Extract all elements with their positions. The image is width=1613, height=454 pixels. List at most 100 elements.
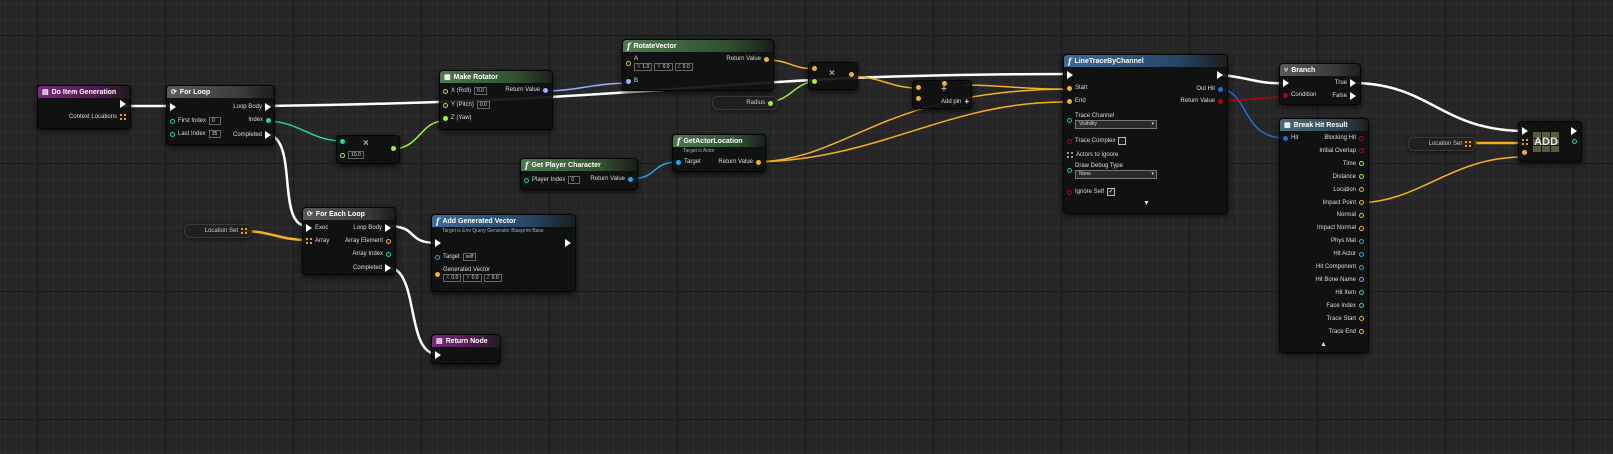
collapse-arrow-icon[interactable]: ▲	[1320, 341, 1327, 348]
location-out-pin[interactable]: Return Value	[718, 159, 761, 165]
hit-output-pin[interactable]: Trace Start	[1327, 316, 1364, 322]
hit-output-pin[interactable]: Location	[1333, 187, 1364, 193]
multiply-vector-a-pin[interactable]	[812, 66, 817, 71]
hit-pin[interactable]: Hit	[1283, 135, 1298, 141]
multiply-out-pin[interactable]	[391, 146, 396, 151]
x-field[interactable]: X 0.0	[443, 274, 462, 282]
exec-in-pin[interactable]	[435, 351, 441, 359]
multiply-vector-node[interactable]: ×	[808, 62, 858, 90]
exec-out-pin[interactable]	[565, 239, 571, 247]
hit-output-pin[interactable]: Hit Bone Name	[1315, 277, 1364, 283]
rotate-a-pin[interactable]: A X 1.0 Y 0.0 Z 0.0	[626, 56, 693, 71]
false-pin[interactable]: False	[1332, 92, 1356, 100]
for-each-loop-node[interactable]: ⟳ For Each Loop Exec Array Loop Body Arra…	[302, 207, 396, 275]
hit-output-pin[interactable]: Hit Item	[1335, 290, 1364, 296]
player-index-pin[interactable]: Player Index 0	[524, 176, 581, 184]
multiply-vector-b-pin[interactable]	[812, 79, 817, 84]
exec-in-pin[interactable]: Exec	[306, 224, 328, 232]
exec-in-pin[interactable]	[1067, 71, 1073, 79]
target-pin[interactable]: Target	[676, 159, 701, 165]
z-field[interactable]: Z 0.0	[674, 63, 693, 71]
get-actor-location-node[interactable]: f GetActorLocation Target is Actor Target…	[672, 134, 766, 172]
last-index-pin[interactable]: Last Index 35	[170, 130, 221, 138]
hit-output-pin[interactable]: Phys Mat	[1331, 238, 1364, 244]
out-hit-pin[interactable]: Out Hit	[1196, 86, 1223, 92]
hit-output-pin[interactable]: Hit Actor	[1333, 251, 1364, 257]
rotator-out-pin[interactable]: Return Value	[505, 87, 548, 93]
vector-input[interactable]: X 1.0 Y 0.0 Z 0.0	[634, 63, 693, 71]
last-index-field[interactable]: 35	[208, 130, 221, 138]
get-player-character-node[interactable]: f Get Player Character Player Index 0 Retu…	[520, 158, 638, 190]
multiply-vector-out-pin[interactable]	[849, 72, 854, 77]
add-b-pin[interactable]	[916, 96, 921, 101]
completed-pin[interactable]: Completed	[353, 264, 391, 272]
add-vector-node[interactable]: + Add pin +	[912, 80, 972, 109]
exec-out-pin[interactable]	[1571, 127, 1577, 135]
trace-complex-pin[interactable]: Trace Complex	[1067, 137, 1127, 145]
character-out-pin[interactable]: Return Value	[590, 176, 633, 182]
return-node[interactable]: ▤ Return Node	[431, 334, 501, 364]
location-set-variable[interactable]: Location Set	[184, 224, 252, 238]
make-rotator-node[interactable]: ▦ Make Rotator X (Roll) 0.0 Y (Pitch) 0.0 Z…	[439, 70, 553, 130]
branch-node[interactable]: ⑂ Branch Condition True False	[1279, 63, 1361, 105]
y-field[interactable]: Y 0.0	[654, 63, 673, 71]
rotate-out-pin[interactable]: Return Value	[726, 56, 769, 62]
target-field[interactable]: self	[462, 253, 477, 261]
completed-pin[interactable]: Completed	[233, 131, 271, 139]
draw-debug-dropdown[interactable]: None	[1075, 170, 1157, 179]
break-hit-result-node[interactable]: ▦ Break Hit Result Hit Blocking Hit Initia…	[1279, 118, 1369, 353]
trace-return-pin[interactable]: Return Value	[1180, 98, 1223, 104]
ignore-self-pin[interactable]: Ignore Self ✓	[1067, 188, 1116, 196]
hit-output-pin[interactable]: Impact Point	[1323, 200, 1364, 206]
end-pin[interactable]: End	[1067, 98, 1086, 104]
first-index-field[interactable]: 0	[209, 117, 222, 125]
exec-out-pin[interactable]	[120, 100, 126, 108]
y-field[interactable]: Y 0.0	[463, 274, 482, 282]
exec-in-pin[interactable]	[1522, 127, 1528, 135]
rotate-vector-node[interactable]: f RotateVector A X 1.0 Y 0.0 Z 0.0 B Return Va…	[622, 39, 774, 91]
for-loop-node[interactable]: ⟳ For Loop First Index 0 Last Index 35 Loop…	[166, 85, 275, 145]
add-pin-button[interactable]: Add pin +	[941, 97, 969, 106]
loop-body-pin[interactable]: Loop Body	[233, 103, 271, 111]
z-field[interactable]: Z 0.0	[483, 274, 502, 282]
multiply-b-pin[interactable]: 10.0	[340, 151, 364, 159]
set-pin[interactable]	[1522, 139, 1528, 145]
pitch-pin[interactable]: Y (Pitch) 0.0	[443, 101, 490, 109]
location-set-variable[interactable]: Location Set	[1408, 137, 1476, 151]
actors-to-ignore-pin[interactable]: Actors to Ignore	[1067, 152, 1118, 158]
exec-out-pin[interactable]	[1217, 71, 1223, 79]
x-field[interactable]: X 1.0	[634, 63, 653, 71]
loop-body-pin[interactable]: Loop Body	[353, 224, 391, 232]
start-pin[interactable]: Start	[1067, 85, 1088, 91]
true-pin[interactable]: True	[1335, 79, 1356, 87]
trace-complex-checkbox[interactable]	[1118, 137, 1127, 145]
condition-pin[interactable]: Condition	[1283, 92, 1316, 98]
expand-arrow-icon[interactable]: ▼	[1143, 200, 1150, 207]
draw-debug-pin[interactable]: Draw Debug Type None	[1067, 163, 1157, 179]
trace-channel-pin[interactable]: Trace Channel Visibility	[1067, 113, 1157, 129]
roll-pin[interactable]: X (Roll) 0.0	[443, 87, 487, 95]
ignore-self-checkbox[interactable]: ✓	[1107, 188, 1116, 196]
multiply-a-pin[interactable]	[340, 139, 345, 144]
hit-output-pin[interactable]: Blocking Hit	[1324, 135, 1364, 141]
roll-field[interactable]: 0.0	[474, 87, 487, 95]
exec-in-pin[interactable]	[1283, 79, 1289, 87]
rotate-b-pin[interactable]: B	[626, 78, 638, 84]
hit-output-pin[interactable]: Face Index	[1326, 303, 1364, 309]
hit-output-pin[interactable]: Distance	[1333, 174, 1364, 180]
target-pin[interactable]: Target self	[435, 253, 477, 261]
add-generated-vector-node[interactable]: f Add Generated Vector Target is Env Quer…	[431, 214, 576, 292]
context-locations-pin[interactable]: Context Locations	[69, 114, 126, 120]
hit-output-pin[interactable]: Hit Component	[1316, 264, 1364, 270]
hit-output-pin[interactable]: Initial Overlap	[1319, 148, 1364, 154]
index-pin[interactable]: Index	[248, 117, 271, 123]
exec-in-pin[interactable]	[435, 239, 441, 247]
line-trace-node[interactable]: f LineTraceByChannel Start End Trace Chan…	[1063, 54, 1228, 214]
vector-input[interactable]: X 0.0 Y 0.0 Z 0.0	[443, 274, 502, 282]
multiply-node[interactable]: 10.0 ×	[336, 135, 400, 164]
hit-output-pin[interactable]: Trace End	[1329, 329, 1364, 335]
set-add-node[interactable]: ADD	[1518, 121, 1582, 162]
multiply-value-field[interactable]: 10.0	[348, 151, 364, 159]
hit-output-pin[interactable]: Impact Normal	[1317, 225, 1364, 231]
hit-output-pin[interactable]: Time	[1343, 161, 1364, 167]
